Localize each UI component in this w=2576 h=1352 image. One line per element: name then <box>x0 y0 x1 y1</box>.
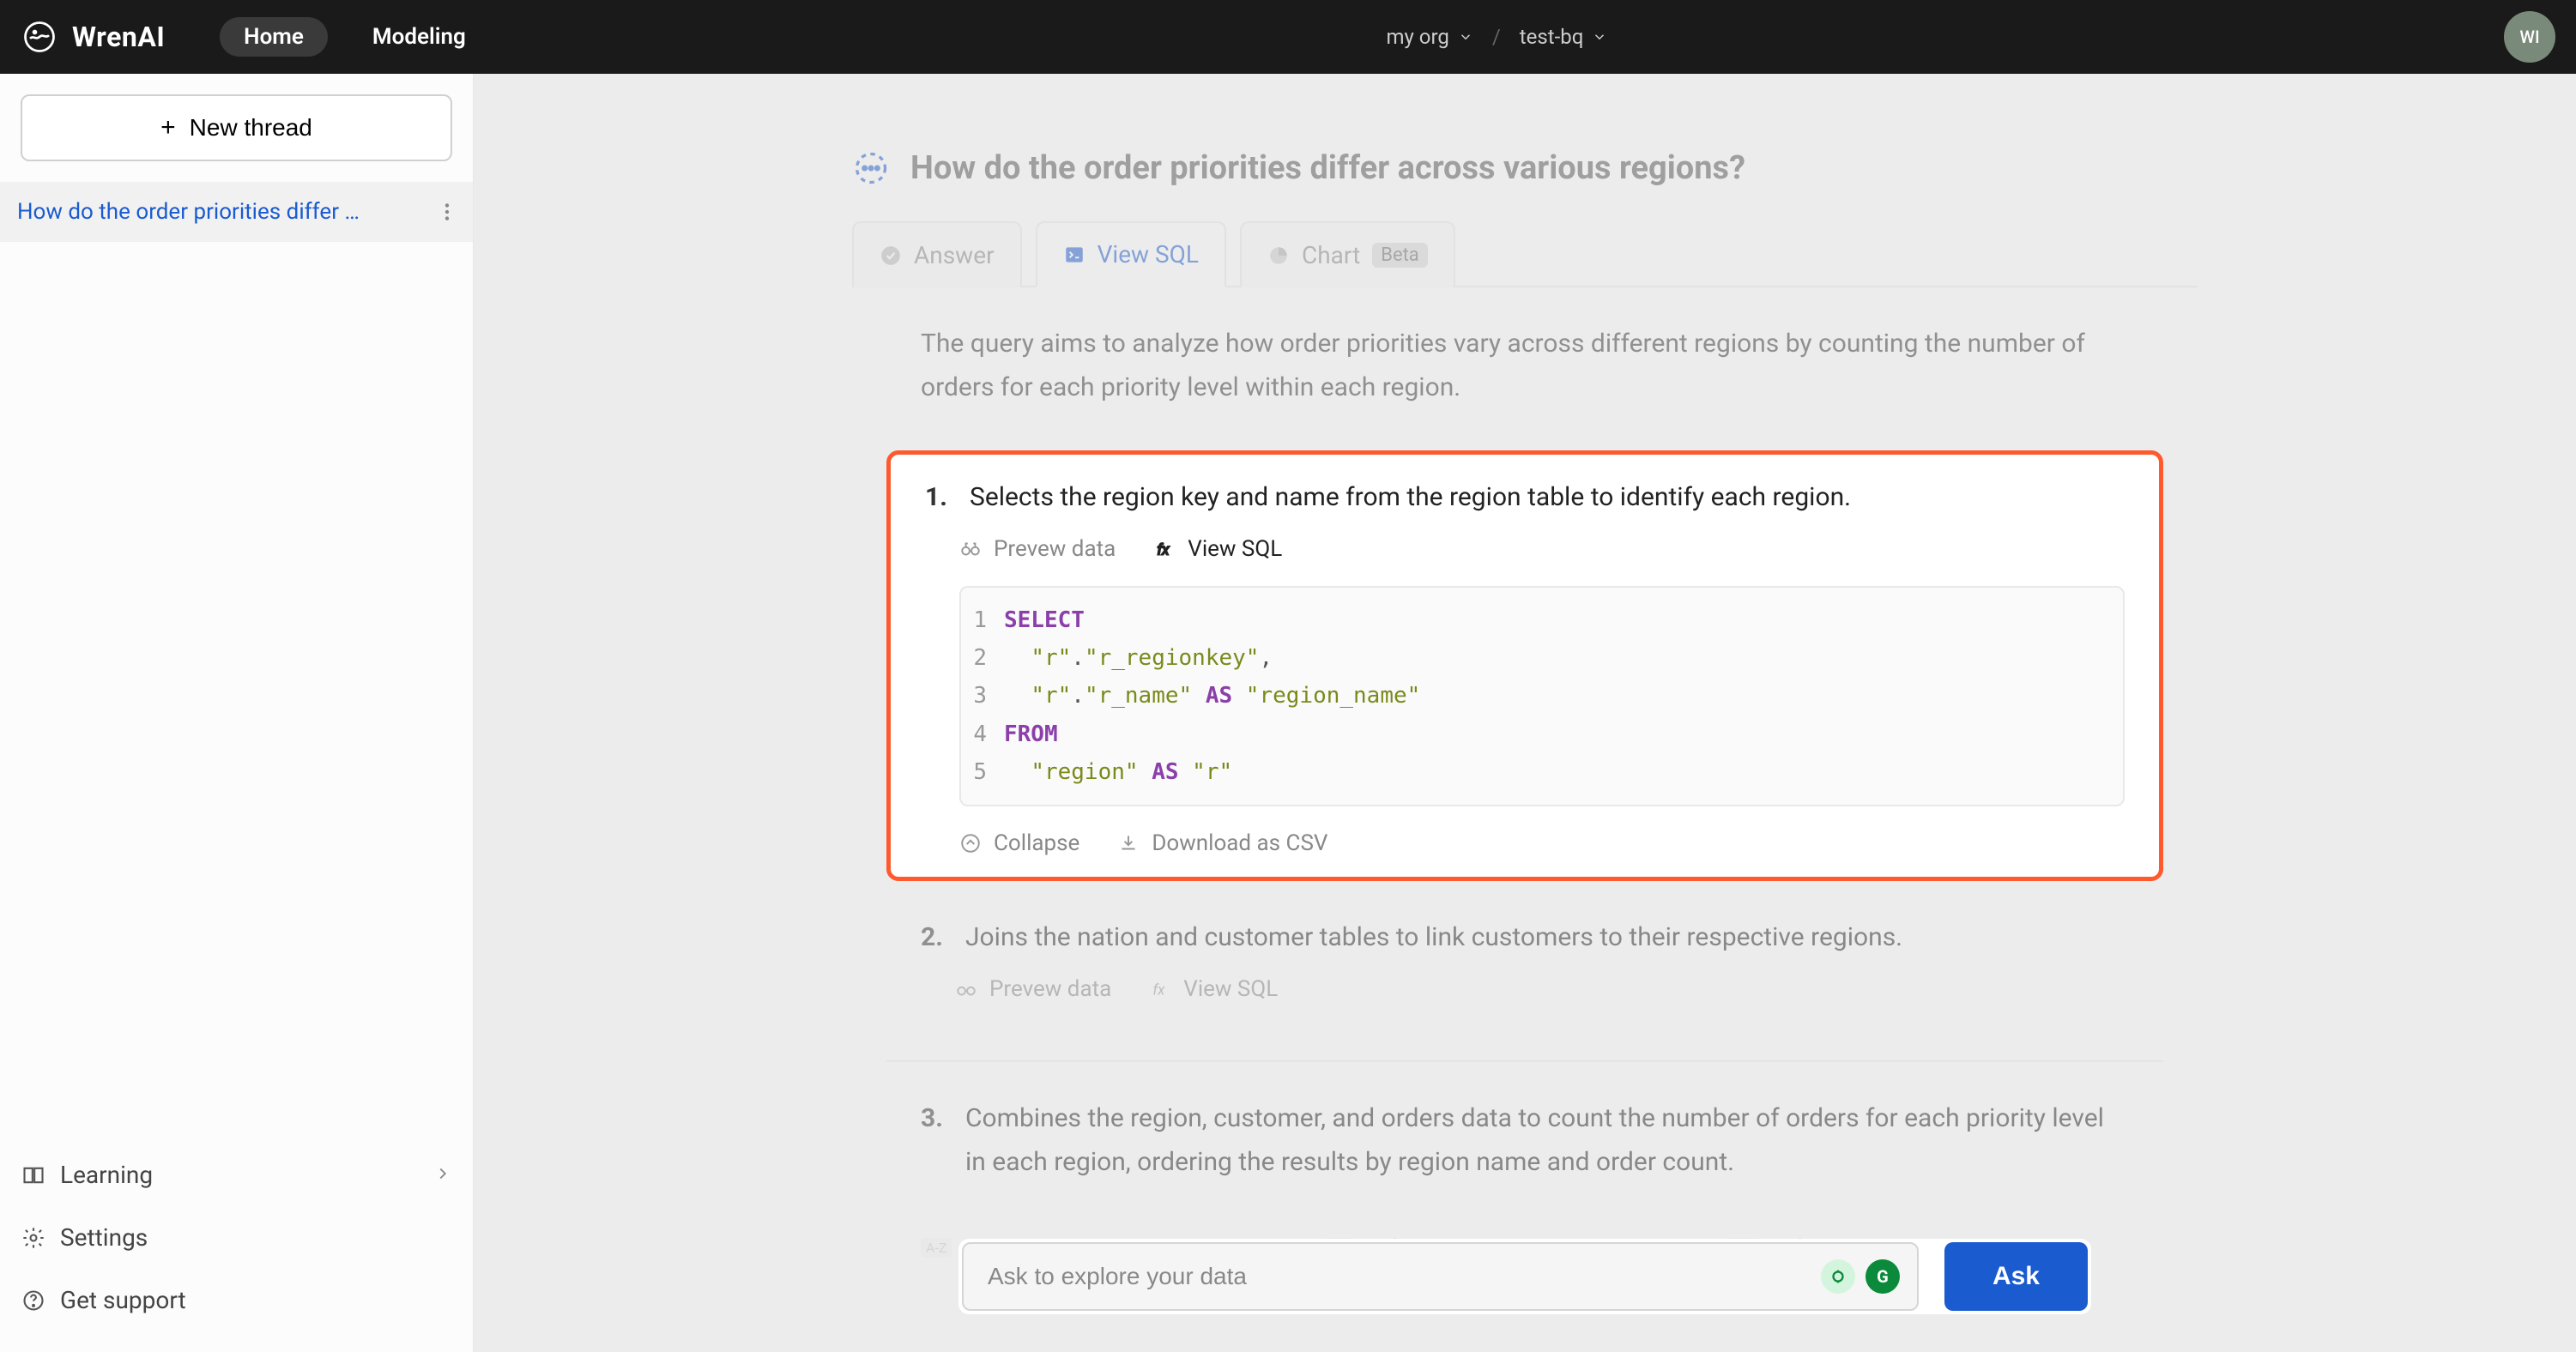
chevron-down-icon <box>1592 29 1607 45</box>
divider <box>886 1060 2163 1062</box>
grammarly-icon-1[interactable] <box>1821 1259 1855 1294</box>
breadcrumb-project-label: test-bq <box>1520 25 1584 49</box>
book-icon <box>21 1162 46 1188</box>
result-tabs: Answer View SQL Chart Beta <box>852 221 2198 287</box>
collapse-label: Collapse <box>994 830 1079 856</box>
tab-chart[interactable]: Chart Beta <box>1240 221 1455 287</box>
preview-data-label-2: Prevew data <box>989 976 1111 1002</box>
collapse-icon <box>959 832 982 854</box>
step-1-number: 1. <box>925 475 956 519</box>
step-2-title: Joins the nation and customer tables to … <box>965 915 1902 959</box>
ask-input[interactable] <box>964 1263 1821 1290</box>
main-area: How do the order priorities differ acros… <box>474 74 2576 1352</box>
ask-bar: G Ask <box>958 1239 2091 1314</box>
sidebar-support-label: Get support <box>60 1286 186 1314</box>
sidebar-thread-title: How do the order priorities differ … <box>17 199 435 225</box>
plus-icon <box>160 113 176 142</box>
preview-data-label: Prevew data <box>994 536 1116 562</box>
sidebar-settings-label: Settings <box>60 1223 148 1252</box>
logo-icon <box>21 18 58 56</box>
step-2: 2. Joins the nation and customer tables … <box>886 915 2163 1026</box>
download-csv-button[interactable]: Download as CSV <box>1117 830 1327 856</box>
binoculars-icon <box>955 978 977 1000</box>
type-tag: A-Z <box>921 1238 952 1258</box>
view-sql-button-2[interactable]: fx View SQL <box>1149 976 1278 1002</box>
preview-data-button-2[interactable]: Prevew data <box>955 976 1111 1002</box>
sidebar-learning[interactable]: Learning <box>0 1144 473 1206</box>
breadcrumb-separator: / <box>1492 25 1501 49</box>
sidebar-support[interactable]: Get support <box>0 1269 473 1331</box>
binoculars-icon <box>959 538 982 560</box>
download-icon <box>1117 832 1140 854</box>
sql-code-block: 1SELECT2 "r"."r_regionkey",3 "r"."r_name… <box>959 586 2125 806</box>
question-title: How do the order priorities differ acros… <box>910 149 1745 187</box>
step-2-number: 2. <box>921 915 952 959</box>
more-icon[interactable] <box>435 200 459 224</box>
svg-text:fx: fx <box>1158 542 1170 559</box>
function-icon: fx <box>1153 538 1176 560</box>
new-thread-label: New thread <box>190 114 312 142</box>
chevron-down-icon <box>1458 29 1473 45</box>
logo[interactable]: WrenAI <box>21 18 165 56</box>
pie-icon <box>1267 244 1290 267</box>
tab-view-sql-label: View SQL <box>1098 240 1199 269</box>
step-3-number: 3. <box>921 1096 952 1184</box>
gear-icon <box>21 1225 46 1251</box>
chevron-right-icon <box>433 1161 452 1189</box>
collapse-button[interactable]: Collapse <box>959 830 1079 856</box>
nav: Home Modeling <box>220 17 490 57</box>
tab-answer-label: Answer <box>914 241 995 269</box>
svg-text:fx: fx <box>1153 981 1166 999</box>
function-icon: fx <box>1149 978 1171 1000</box>
download-csv-label: Download as CSV <box>1152 830 1327 856</box>
preview-data-button[interactable]: Prevew data <box>959 536 1116 562</box>
query-description: The query aims to analyze how order prio… <box>921 322 2129 409</box>
terminal-icon <box>1063 244 1085 266</box>
step-1: 1. Selects the region key and name from … <box>886 450 2163 881</box>
step-3: 3. Combines the region, customer, and or… <box>886 1096 2163 1201</box>
breadcrumb-org[interactable]: my org <box>1386 25 1472 49</box>
tab-chart-label: Chart <box>1302 241 1360 269</box>
step-1-title: Selects the region key and name from the… <box>970 475 1851 519</box>
step-3-title: Combines the region, customer, and order… <box>965 1096 2129 1184</box>
grammarly-icon-2[interactable]: G <box>1865 1259 1900 1294</box>
nav-modeling[interactable]: Modeling <box>348 17 490 57</box>
question-row: How do the order priorities differ acros… <box>852 149 2198 187</box>
breadcrumb-project[interactable]: test-bq <box>1520 25 1608 49</box>
help-icon <box>21 1288 46 1313</box>
new-thread-button[interactable]: New thread <box>21 94 452 161</box>
logo-text: WrenAI <box>72 21 165 53</box>
sidebar-learning-label: Learning <box>60 1161 153 1189</box>
ask-input-wrap: G <box>962 1242 1919 1311</box>
sidebar: New thread How do the order priorities d… <box>0 74 474 1352</box>
view-sql-label-2: View SQL <box>1183 976 1278 1002</box>
nav-home[interactable]: Home <box>220 17 328 57</box>
tab-view-sql[interactable]: View SQL <box>1036 221 1226 287</box>
avatar[interactable]: WI <box>2504 11 2555 63</box>
check-circle-icon <box>880 244 902 267</box>
breadcrumb-org-label: my org <box>1386 25 1448 49</box>
chat-icon <box>852 149 890 187</box>
beta-badge: Beta <box>1372 243 1428 268</box>
tab-answer[interactable]: Answer <box>852 221 1022 287</box>
breadcrumb: my org / test-bq <box>490 25 2504 49</box>
ask-button[interactable]: Ask <box>1944 1242 2088 1311</box>
sidebar-thread-item[interactable]: How do the order priorities differ … <box>0 182 473 242</box>
view-sql-button[interactable]: fx View SQL <box>1153 536 1282 562</box>
sidebar-settings[interactable]: Settings <box>0 1206 473 1269</box>
top-header: WrenAI Home Modeling my org / test-bq WI <box>0 0 2576 74</box>
view-sql-label: View SQL <box>1188 536 1282 562</box>
